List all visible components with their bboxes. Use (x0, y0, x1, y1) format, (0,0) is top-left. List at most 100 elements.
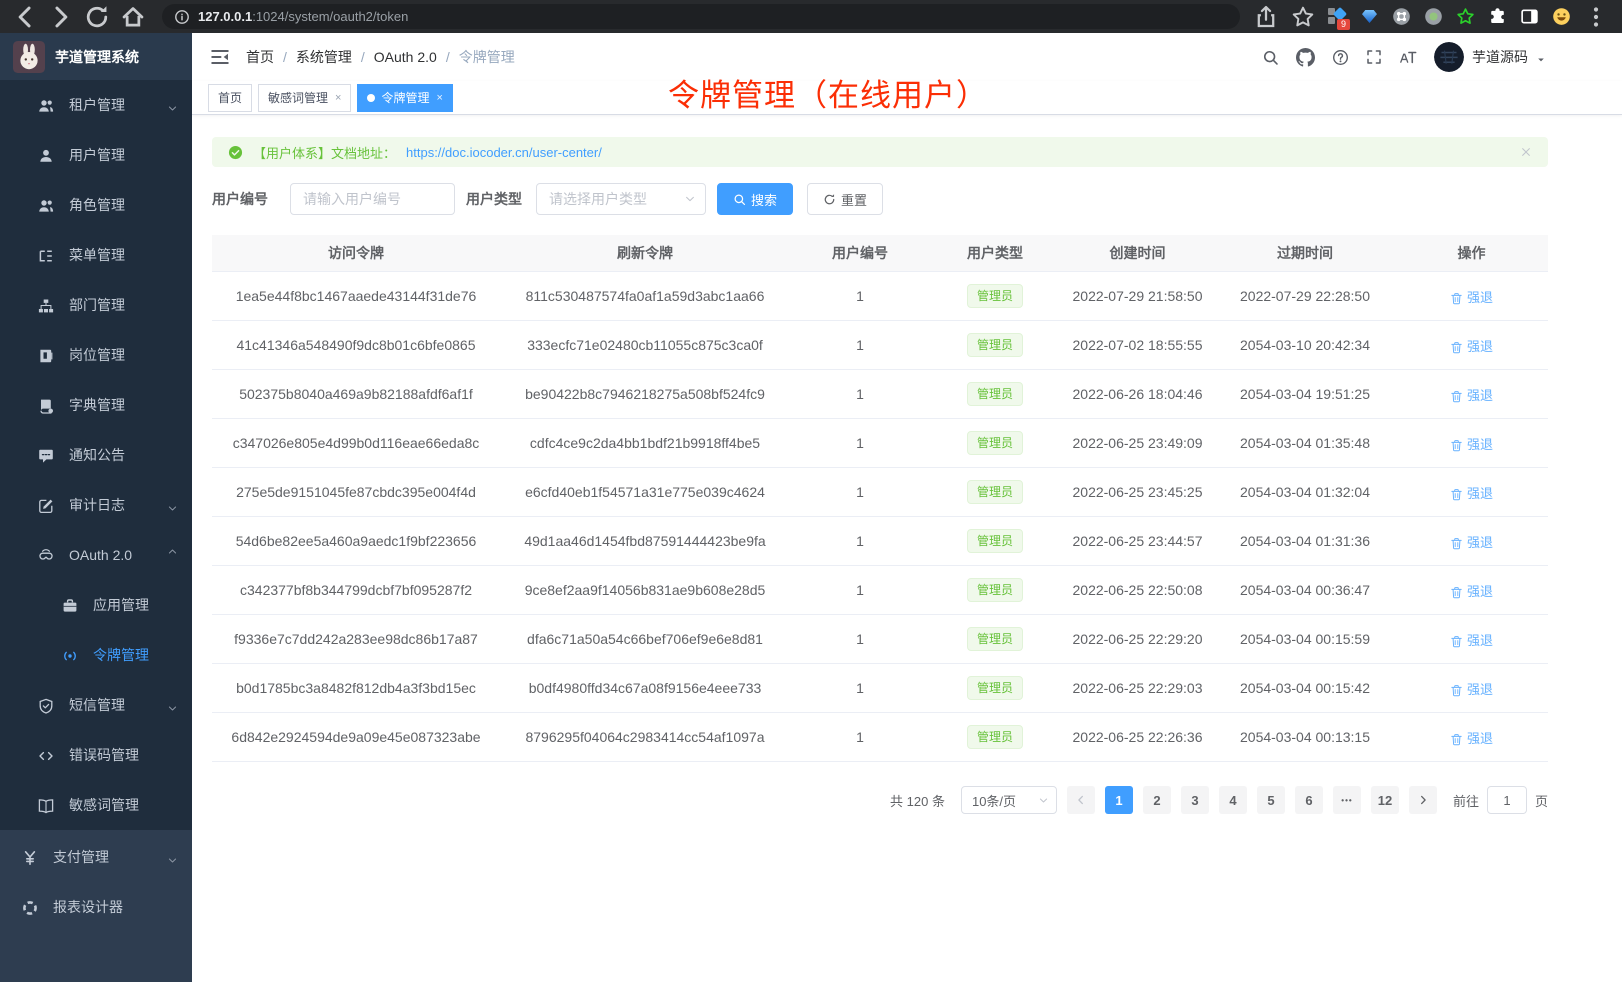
url-host: 127.0.0.1 (198, 9, 252, 24)
tab-close-icon[interactable]: × (335, 92, 341, 104)
pagination-prev-button[interactable] (1067, 786, 1095, 814)
sidebar-item-menu[interactable]: 菜单管理 (0, 230, 192, 280)
green-star-extension-icon[interactable] (1456, 7, 1475, 26)
force-logout-button[interactable]: 强退 (1450, 434, 1493, 453)
site-info-icon[interactable] (174, 4, 190, 30)
alert-close-icon[interactable] (1520, 146, 1532, 158)
breadcrumb-item[interactable]: 系统管理 (296, 47, 352, 67)
sidebar-collapse-icon[interactable] (210, 47, 230, 67)
recorder-extension-icon[interactable] (1424, 7, 1443, 26)
extensions-puzzle-icon[interactable] (1488, 7, 1507, 26)
pagination-page-3[interactable]: 3 (1181, 786, 1209, 814)
sidebar-item-dept[interactable]: 部门管理 (0, 280, 192, 330)
force-logout-button[interactable]: 强退 (1450, 336, 1493, 355)
profile-avatar-icon[interactable] (1552, 7, 1571, 26)
sidebar-item-sensitive-word[interactable]: 敏感词管理 (0, 780, 192, 830)
force-logout-button[interactable]: 强退 (1450, 532, 1493, 551)
user-type-badge: 管理员 (967, 578, 1023, 602)
user-menu[interactable]: 芋道源码 (1434, 42, 1546, 72)
command-extension-icon[interactable] (1392, 7, 1411, 26)
access-token-cell: c342377bf8b344799dcbf7bf095287f2 (212, 582, 500, 598)
sidebar-item-dict[interactable]: 字典管理 (0, 380, 192, 430)
pagination-page-4[interactable]: 4 (1219, 786, 1247, 814)
sidebar-item-sms[interactable]: 短信管理 (0, 680, 192, 730)
app-logo-bar[interactable]: 芋道管理系统 (0, 33, 192, 80)
pagination-more-button[interactable]: ••• (1333, 786, 1361, 814)
user-type-select[interactable]: 请选择用户类型 (536, 183, 706, 215)
created-time-cell: 2022-07-29 21:58:50 (1060, 288, 1215, 304)
tab-home[interactable]: 首页 (208, 84, 252, 112)
header-search-icon[interactable] (1262, 49, 1279, 66)
force-logout-button[interactable]: 强退 (1450, 483, 1493, 502)
sidebar-item-oauth2[interactable]: OAuth 2.0 (0, 530, 192, 580)
browser-reload-icon[interactable] (82, 4, 112, 30)
column-header: 操作 (1395, 243, 1548, 263)
force-logout-button[interactable]: 强退 (1450, 679, 1493, 698)
browser-menu-icon[interactable] (1584, 4, 1608, 30)
trash-icon (1450, 486, 1463, 499)
sidebar-item-role[interactable]: 角色管理 (0, 180, 192, 230)
breadcrumb-item[interactable]: 首页 (246, 47, 274, 67)
page-size-select[interactable]: 10条/页 (961, 786, 1057, 814)
expire-time-cell: 2054-03-04 00:15:42 (1215, 680, 1395, 696)
alert-link[interactable]: https://doc.iocoder.cn/user-center/ (406, 145, 602, 160)
pagination-page-2[interactable]: 2 (1143, 786, 1171, 814)
force-logout-button[interactable]: 强退 (1450, 287, 1493, 306)
search-icon (733, 193, 746, 206)
share-icon[interactable] (1254, 4, 1278, 30)
pagination-page-5[interactable]: 5 (1257, 786, 1285, 814)
user-type-badge: 管理员 (967, 333, 1023, 357)
tab-close-icon[interactable]: × (436, 92, 442, 104)
tampermonkey-extension-icon[interactable]: 9 (1328, 7, 1347, 26)
table-row: 1ea5e44f8bc1467aaede43144f31de76811c5304… (212, 272, 1548, 321)
bookmark-star-icon[interactable] (1291, 4, 1315, 30)
sidebar-item-error-code[interactable]: 错误码管理 (0, 730, 192, 780)
browser-back-icon[interactable] (10, 4, 40, 30)
tab-oauth2-token[interactable]: 令牌管理× (357, 84, 452, 112)
sidebar-item-user[interactable]: 用户管理 (0, 130, 192, 180)
search-button[interactable]: 搜索 (717, 183, 793, 215)
expire-time-cell: 2054-03-04 01:32:04 (1215, 484, 1395, 500)
sidebar-item-audit-log[interactable]: 审计日志 (0, 480, 192, 530)
github-icon[interactable] (1296, 48, 1315, 67)
pagination-page-1[interactable]: 1 (1105, 786, 1133, 814)
table-header: 访问令牌刷新令牌用户编号用户类型创建时间过期时间操作 (212, 235, 1548, 272)
breadcrumb-separator: / (361, 49, 365, 65)
side-panel-icon[interactable] (1520, 7, 1539, 26)
breadcrumb-separator: / (283, 49, 287, 65)
force-logout-button[interactable]: 强退 (1450, 581, 1493, 600)
browser-home-icon[interactable] (118, 4, 148, 30)
sidebar-item-post[interactable]: 岗位管理 (0, 330, 192, 380)
force-logout-button[interactable]: 强退 (1450, 728, 1493, 747)
font-size-icon[interactable] (1399, 48, 1417, 66)
reset-button[interactable]: 重置 (807, 183, 883, 215)
force-logout-button[interactable]: 强退 (1450, 385, 1493, 404)
user-type-badge: 管理员 (967, 480, 1023, 504)
sidebar-item-tenant[interactable]: 租户管理 (0, 80, 192, 130)
force-logout-button[interactable]: 强退 (1450, 630, 1493, 649)
table-row: c347026e805e4d99b0d116eae66eda8ccdfc4ce9… (212, 419, 1548, 468)
goto-label: 前往 (1453, 791, 1479, 810)
tab-sensitive-word[interactable]: 敏感词管理× (258, 84, 351, 112)
gem-extension-icon[interactable] (1360, 7, 1379, 26)
yen-icon (22, 849, 38, 865)
fullscreen-icon[interactable] (1366, 49, 1382, 65)
browser-forward-icon[interactable] (46, 4, 76, 30)
sidebar-item-report-designer[interactable]: 报表设计器 (0, 882, 192, 932)
address-bar[interactable]: 127.0.0.1:1024/system/oauth2/token (162, 4, 1240, 29)
access-token-cell: b0d1785bc3a8482f812db4a3f3bd15ec (212, 680, 500, 696)
pagination-page-12[interactable]: 12 (1371, 786, 1399, 814)
user-id-input[interactable] (290, 183, 455, 215)
sidebar-item-oauth2-app[interactable]: 应用管理 (0, 580, 192, 630)
sidebar-item-oauth2-token[interactable]: 令牌管理 (0, 630, 192, 680)
help-icon[interactable] (1332, 49, 1349, 66)
pagination-next-button[interactable] (1409, 786, 1437, 814)
sidebar-item-notice[interactable]: 通知公告 (0, 430, 192, 480)
user-type-label: 用户类型 (466, 189, 522, 209)
trash-icon (1450, 682, 1463, 695)
goto-page-input[interactable] (1487, 786, 1527, 814)
pagination-page-6[interactable]: 6 (1295, 786, 1323, 814)
breadcrumb-item[interactable]: OAuth 2.0 (374, 49, 437, 65)
sidebar-item-pay[interactable]: 支付管理 (0, 832, 192, 882)
table-row: 41c41346a548490f9dc8b01c6bfe0865333ecfc7… (212, 321, 1548, 370)
